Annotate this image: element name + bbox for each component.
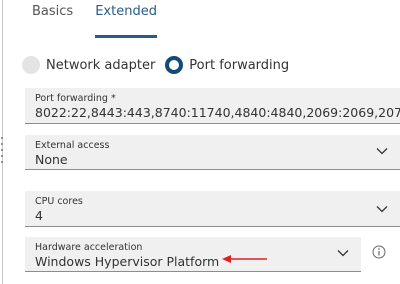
hardware-acceleration-label: Hardware acceleration	[35, 242, 143, 253]
tab-basics[interactable]: Basics	[32, 0, 73, 30]
external-access-value: None	[35, 152, 68, 167]
external-access-label: External access	[35, 140, 110, 151]
chevron-down-icon	[376, 206, 388, 213]
port-forwarding-field[interactable]: Port forwarding * 8022:22,8443:443,8740:…	[25, 88, 400, 124]
port-forwarding-input[interactable]: 8022:22,8443:443,8740:11740,4840:4840,20…	[35, 105, 400, 121]
extended-settings-panel: Basics Extended Network adapter Port for…	[0, 0, 400, 284]
chevron-down-icon	[337, 250, 349, 257]
radio-network-adapter[interactable]: Network adapter	[22, 56, 155, 74]
network-mode-radio-group: Network adapter Port forwarding	[22, 56, 299, 74]
info-icon[interactable]	[372, 245, 386, 259]
cpu-cores-value: 4	[35, 208, 43, 223]
radio-selected-icon	[165, 56, 184, 74]
tab-extended[interactable]: Extended	[95, 0, 157, 38]
radio-label-port-forwarding: Port forwarding	[189, 57, 290, 73]
radio-label-network-adapter: Network adapter	[46, 57, 156, 73]
arrow-left-annotation	[222, 255, 267, 263]
external-access-dropdown[interactable]: External access None	[25, 135, 400, 170]
tab-bar: Basics Extended	[32, 0, 157, 38]
hardware-acceleration-value: Windows Hypervisor Platform	[35, 254, 220, 269]
chevron-down-icon	[376, 148, 388, 155]
radio-port-forwarding[interactable]: Port forwarding	[165, 56, 289, 74]
cpu-cores-label: CPU cores	[35, 196, 83, 207]
hardware-acceleration-dropdown[interactable]: Hardware acceleration Windows Hypervisor…	[25, 237, 361, 272]
resize-handle[interactable]	[0, 135, 4, 165]
port-forwarding-label: Port forwarding *	[35, 93, 116, 104]
radio-unselected-icon	[22, 56, 40, 74]
cpu-cores-dropdown[interactable]: CPU cores 4	[25, 191, 400, 227]
